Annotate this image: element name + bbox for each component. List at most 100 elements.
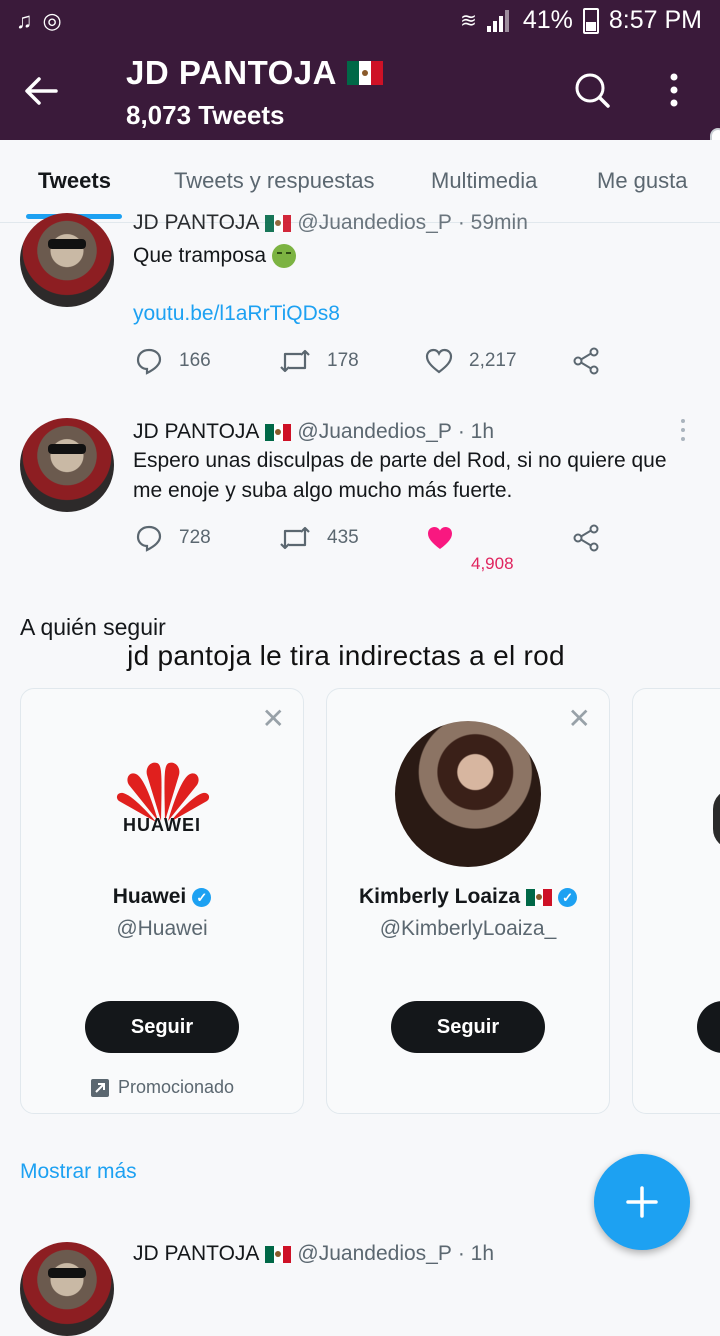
card-name: Kimberly Loaiza ✓ xyxy=(327,885,609,909)
tweet[interactable]: JD PANTOJA @Juandedios_P · 1h Espero una… xyxy=(0,398,720,583)
tab-tweets[interactable]: Tweets xyxy=(38,168,111,194)
tab-media[interactable]: Multimedia xyxy=(431,168,537,194)
tweet-menu-icon[interactable] xyxy=(680,418,686,442)
avatar[interactable] xyxy=(20,213,114,307)
card-username: @Huawei xyxy=(116,917,208,940)
tweet-time: · 1h xyxy=(457,420,495,443)
close-icon[interactable]: ✕ xyxy=(568,705,591,733)
card-name: Huawei ✓ xyxy=(21,885,303,909)
card-username: @KimberlyLoaiza_ xyxy=(379,917,557,940)
tweet-link[interactable]: youtu.be/l1aRrTiQDs8 xyxy=(133,299,693,329)
card-name-text: Kimberly Loaiza xyxy=(358,885,521,908)
retweet-button[interactable]: 178 xyxy=(279,347,359,375)
tweet-actions: 166 178 2,217 xyxy=(133,347,613,377)
tweet-text: Que tramposa xyxy=(133,241,693,271)
promoted-icon xyxy=(90,1078,109,1097)
card-name-text: Huawei xyxy=(112,885,187,908)
back-arrow-icon[interactable] xyxy=(22,72,60,110)
video-caption: jd pantoja le tira indirectas a el rod xyxy=(127,640,565,671)
tweet-handle: @Juandedios_P xyxy=(297,211,452,234)
promoted-text: Promocionado xyxy=(117,1077,235,1097)
music-notification-icon: ♫ xyxy=(16,8,33,33)
reply-icon xyxy=(136,525,162,552)
retweet-icon xyxy=(280,349,310,373)
tab-likes[interactable]: Me gusta xyxy=(597,168,688,194)
follow-button[interactable]: Seguir xyxy=(391,1001,545,1053)
tweet[interactable]: JD PANTOJA @Juandedios_P · 59min Que tra… xyxy=(0,211,720,399)
clock: 8:57 PM xyxy=(608,6,702,34)
compose-icon xyxy=(626,1186,658,1218)
avatar[interactable] xyxy=(395,721,541,867)
search-icon[interactable] xyxy=(574,72,610,108)
retweet-count: 435 xyxy=(327,527,359,548)
mexico-flag-icon xyxy=(265,423,292,441)
status-left-icons: ♫ ◎ xyxy=(16,8,62,34)
tab-tweets-replies[interactable]: Tweets y respuestas xyxy=(174,168,375,194)
share-button[interactable] xyxy=(571,347,601,375)
tweet-count: 8,073 Tweets xyxy=(126,100,285,130)
tweet-time: · 1h xyxy=(457,1242,495,1265)
tweet-handle: @Juandedios_P xyxy=(297,420,452,443)
tweet-author: JD PANTOJA xyxy=(133,420,260,443)
tweet-header: JD PANTOJA @Juandedios_P · 59min xyxy=(133,211,528,235)
sick-face-emoji-icon xyxy=(271,244,296,269)
like-count: 4,908 xyxy=(471,554,514,573)
profile-title: JD PANTOJA xyxy=(126,54,383,92)
tweet-author: JD PANTOJA xyxy=(133,211,260,234)
retweet-count: 178 xyxy=(327,350,359,371)
battery-percent: 41% xyxy=(522,6,573,34)
huawei-wordmark: HUAWEI xyxy=(123,815,201,835)
tweet-text-content: Que tramposa xyxy=(133,244,267,267)
battery-icon xyxy=(582,7,599,34)
more-vertical-icon[interactable] xyxy=(664,72,684,108)
status-bar: ♫ ◎ ≋ 41% 8:57 PM xyxy=(0,0,720,42)
tweet-author: JD PANTOJA xyxy=(133,1242,260,1265)
follow-card[interactable]: ✕ HUAWEI Huawei ✓ @Huawei Seguir Promoci… xyxy=(20,688,304,1114)
follow-button[interactable]: Seguir xyxy=(85,1001,239,1053)
like-button[interactable] xyxy=(425,524,455,552)
like-count: 2,217 xyxy=(469,350,517,371)
promoted-label: Promocionado xyxy=(21,1077,303,1098)
show-more-link[interactable]: Mostrar más xyxy=(20,1160,137,1184)
wifi-icon: ≋ xyxy=(460,10,477,32)
signal-icon xyxy=(486,9,513,32)
reply-count: 166 xyxy=(179,350,211,371)
who-to-follow-title: A quién seguir xyxy=(20,614,166,640)
retweet-button[interactable]: 435 xyxy=(279,524,359,552)
status-right: ≋ 41% 8:57 PM xyxy=(460,6,702,35)
verified-icon: ✓ xyxy=(558,887,578,907)
reply-count: 728 xyxy=(179,527,211,548)
tweet-text: Espero unas disculpas de parte del Rod, … xyxy=(133,449,667,502)
tweet-header: JD PANTOJA @Juandedios_P · 1h xyxy=(133,1242,494,1266)
follow-card[interactable] xyxy=(632,688,720,1114)
mexico-flag-icon xyxy=(265,1245,292,1263)
who-to-follow: A quién seguir ✕ HUAWEI Huawei ✓ @Huawei… xyxy=(0,582,720,1215)
reply-icon xyxy=(136,348,162,375)
share-icon xyxy=(573,524,599,552)
instagram-notification-icon: ◎ xyxy=(42,8,62,33)
profile-header: JD PANTOJA 8,073 Tweets xyxy=(0,42,720,140)
share-button[interactable] xyxy=(571,524,601,552)
mexico-flag-icon xyxy=(347,61,383,85)
follow-button[interactable] xyxy=(697,1001,720,1053)
reply-button[interactable]: 166 xyxy=(135,347,211,375)
verified-icon: ✓ xyxy=(192,887,212,907)
tweet-time: · 59min xyxy=(457,211,528,234)
heart-filled-icon xyxy=(428,527,452,549)
tweet-header: JD PANTOJA @Juandedios_P · 1h xyxy=(133,420,494,444)
mexico-flag-icon xyxy=(265,214,292,232)
close-icon[interactable]: ✕ xyxy=(262,705,285,733)
like-button[interactable]: 2,217 xyxy=(425,347,517,375)
avatar[interactable] xyxy=(20,1242,114,1336)
share-icon xyxy=(573,347,599,375)
avatar[interactable] xyxy=(713,789,720,849)
compose-tweet-button[interactable] xyxy=(594,1154,690,1250)
profile-name: JD PANTOJA xyxy=(126,54,337,91)
follow-card[interactable]: ✕ Kimberly Loaiza ✓ @KimberlyLoaiza_ Seg… xyxy=(326,688,610,1114)
tweet-actions: 728 435 4,908 xyxy=(133,524,613,580)
avatar[interactable] xyxy=(20,418,114,512)
mexico-flag-icon xyxy=(526,888,553,906)
reply-button[interactable]: 728 xyxy=(135,524,211,552)
heart-icon xyxy=(425,348,453,374)
retweet-icon xyxy=(280,526,310,550)
